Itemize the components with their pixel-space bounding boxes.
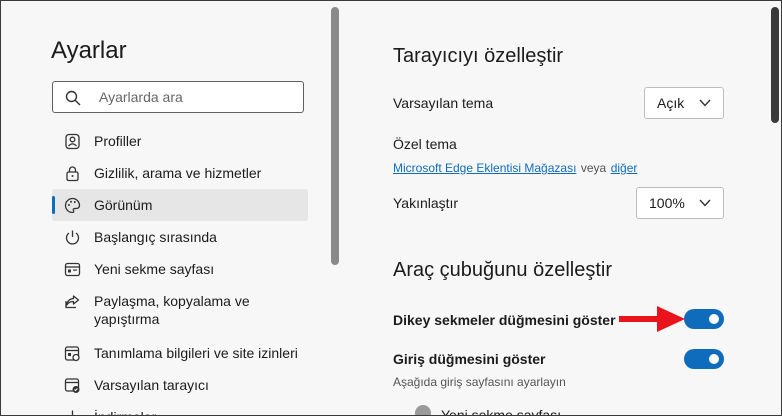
sidebar-item-label: Profiller: [94, 133, 142, 149]
edge-addons-store-link[interactable]: Microsoft Edge Eklentisi Mağazası: [393, 161, 576, 175]
section-title-customize-toolbar: Araç çubuğunu özelleştir: [393, 259, 613, 281]
zoom-label: Yakınlaştır: [393, 195, 459, 211]
red-arrow-annotation-icon: [619, 306, 685, 332]
home-button-label: Giriş düğmesini göster: [393, 351, 546, 367]
home-option-new-tab: Yeni sekme sayfası: [441, 407, 562, 416]
other-link[interactable]: diğer: [611, 161, 638, 175]
settings-sidebar: Ayarlar Profiller: [1, 1, 327, 415]
home-button-subtext: Aşağıda giriş sayfasını ayarlayın: [393, 375, 566, 389]
sidebar-item-profiles[interactable]: Profiller: [52, 125, 308, 157]
home-button-toggle[interactable]: [684, 349, 724, 369]
lock-icon: [66, 166, 79, 182]
cookie-permissions-icon: [64, 346, 80, 362]
share-icon: [65, 295, 80, 309]
settings-search-box[interactable]: [52, 81, 304, 113]
dropdown-value: 100%: [649, 195, 685, 211]
default-browser-icon: [64, 378, 80, 393]
sidebar-item-new-tab[interactable]: Yeni sekme sayfası: [52, 253, 308, 285]
or-text: veya: [580, 161, 607, 175]
profile-icon: [65, 133, 80, 150]
sidebar-item-share[interactable]: Paylaşma, kopyalama ve yapıştırma: [52, 285, 308, 337]
search-icon: [65, 90, 81, 106]
sidebar-item-label: Varsayılan tarayıcı: [94, 377, 209, 393]
settings-window: Ayarlar Profiller: [0, 0, 782, 416]
zoom-dropdown[interactable]: 100%: [636, 187, 724, 219]
sidebar-item-label: Paylaşma, kopyalama ve yapıştırma: [94, 293, 250, 327]
custom-theme-label: Özel tema: [393, 136, 457, 152]
sidebar-item-label: Yeni sekme sayfası: [94, 261, 215, 277]
sidebar-item-appearance[interactable]: Görünüm: [52, 189, 308, 221]
sidebar-scrollbar[interactable]: [331, 7, 339, 265]
page-title: Ayarlar: [51, 37, 127, 64]
sidebar-item-privacy[interactable]: Gizlilik, arama ve hizmetler: [52, 157, 308, 189]
sidebar-item-label: Gizlilik, arama ve hizmetler: [94, 165, 262, 181]
radio-button-icon[interactable]: [415, 405, 431, 415]
new-tab-icon: [64, 262, 81, 277]
appearance-panel: Tarayıcıyı özelleştir Varsayılan tema Aç…: [343, 1, 771, 415]
sidebar-item-label: Tanımlama bilgileri ve site izinleri: [94, 345, 298, 361]
palette-icon: [64, 197, 81, 214]
sidebar-item-label: Başlangıç sırasında: [94, 229, 217, 245]
sidebar-nav: Profiller Gizlilik, arama ve hizmetler G…: [52, 125, 308, 415]
dropdown-value: Açık: [657, 95, 685, 111]
sidebar-item-label: İndirmeler: [94, 408, 156, 415]
chevron-down-icon: [699, 199, 711, 207]
vertical-tabs-label: Dikey sekmeler düğmesini göster: [393, 312, 616, 328]
sidebar-item-startup[interactable]: Başlangıç sırasında: [52, 221, 308, 253]
sidebar-item-default-browser[interactable]: Varsayılan tarayıcı: [52, 369, 308, 401]
download-icon: [71, 410, 74, 415]
sidebar-item-label: Görünüm: [94, 197, 153, 213]
power-icon: [65, 230, 80, 245]
default-theme-label: Varsayılan tema: [393, 95, 494, 111]
sidebar-item-cookies[interactable]: Tanımlama bilgileri ve site izinleri: [52, 337, 308, 369]
vertical-tabs-toggle[interactable]: [684, 309, 724, 329]
sidebar-item-downloads[interactable]: İndirmeler: [52, 401, 308, 415]
custom-theme-links: Microsoft Edge Eklentisi Mağazası veya d…: [393, 159, 637, 177]
default-theme-dropdown[interactable]: Açık: [644, 87, 724, 119]
chevron-down-icon: [699, 99, 711, 107]
section-title-customize-browser: Tarayıcıyı özelleştir: [393, 45, 564, 67]
panel-scrollbar[interactable]: [771, 7, 779, 123]
search-input[interactable]: [97, 88, 291, 106]
